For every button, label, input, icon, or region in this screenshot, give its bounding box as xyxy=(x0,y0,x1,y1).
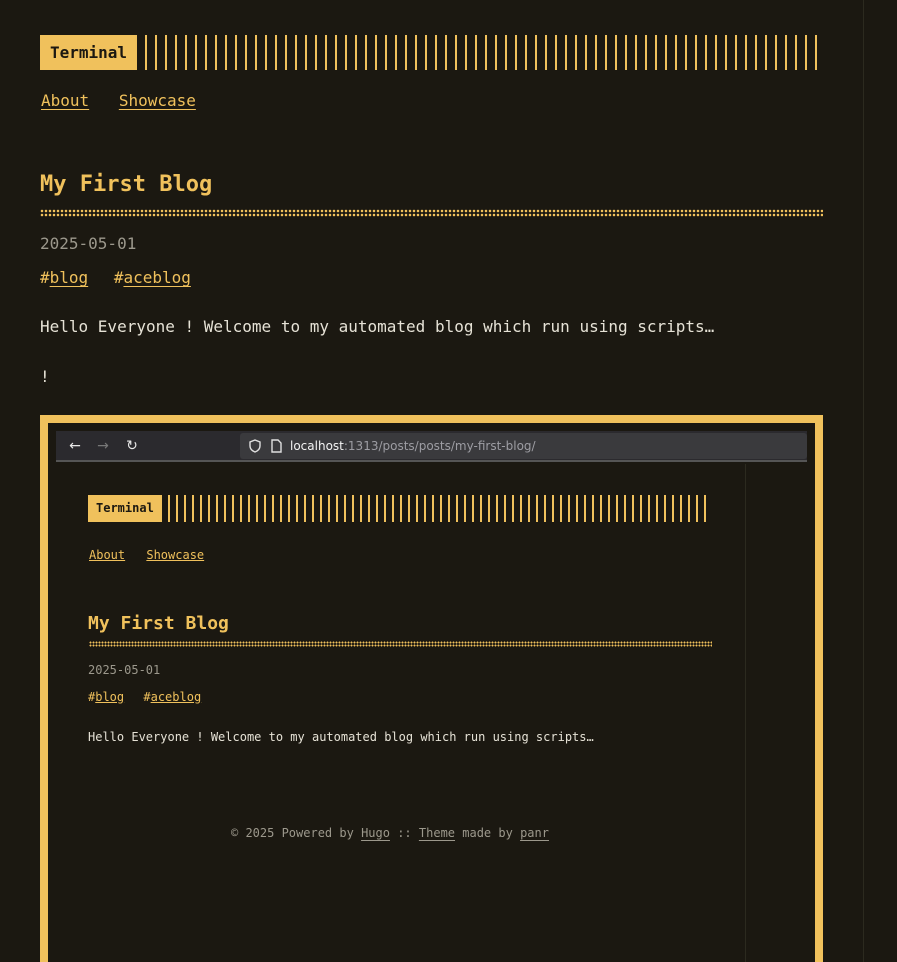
inner-nav-link-about: About xyxy=(89,548,126,562)
footer-separator: :: xyxy=(397,826,412,840)
reload-icon: ↻ xyxy=(126,438,138,454)
header-stripes xyxy=(145,35,823,70)
inner-tag-blog: blog xyxy=(95,690,125,704)
footer-hugo-link: Hugo xyxy=(361,826,390,840)
inner-page-right-border xyxy=(745,464,746,962)
inner-header-stripes xyxy=(167,495,711,522)
post-tags: #blog #aceblog xyxy=(40,268,191,287)
footer-made-by: made by xyxy=(462,826,513,840)
inner-nav: About Showcase xyxy=(89,548,218,562)
inner-site-header: Terminal xyxy=(88,495,711,522)
forward-arrow-icon: → xyxy=(97,438,109,454)
post-title[interactable]: My First Blog xyxy=(40,172,212,197)
inner-site-logo: Terminal xyxy=(88,495,162,522)
nav-link-showcase[interactable]: Showcase xyxy=(119,91,196,110)
main-nav: About Showcase xyxy=(41,91,216,110)
footer-author-link: panr xyxy=(520,826,549,840)
footer-prefix: © 2025 Powered by xyxy=(231,826,354,840)
footer-theme-link: Theme xyxy=(418,826,456,840)
site-header: Terminal xyxy=(40,35,823,70)
browser-toolbar: ← → ↻ localhost:1313/posts/posts/my-firs… xyxy=(56,431,807,462)
url-path: :1313/posts/posts/my-first-blog/ xyxy=(343,439,536,453)
inner-footer: © 2025 Powered by Hugo :: Theme made by … xyxy=(231,826,549,840)
inner-post-title: My First Blog xyxy=(88,613,229,634)
inner-post-date: 2025-05-01 xyxy=(88,663,161,677)
post-date: 2025-05-01 xyxy=(40,234,137,253)
tag-link-blog[interactable]: blog xyxy=(50,268,89,287)
inner-post-intro: Hello Everyone ! Welcome to my automated… xyxy=(88,730,594,744)
title-underline xyxy=(40,209,823,217)
site-logo[interactable]: Terminal xyxy=(40,35,138,70)
page-right-border xyxy=(863,0,864,962)
inner-title-underline xyxy=(89,641,712,647)
tag-link-aceblog[interactable]: aceblog xyxy=(123,268,190,287)
post-line: ! xyxy=(40,367,50,386)
inner-post-tags: #blog #aceblog xyxy=(88,690,202,704)
page-icon xyxy=(271,439,282,453)
shield-icon xyxy=(249,439,261,453)
nav-link-about[interactable]: About xyxy=(41,91,89,110)
post-intro: Hello Everyone ! Welcome to my automated… xyxy=(40,317,715,336)
url-host: localhost xyxy=(290,439,344,453)
inner-tag-aceblog: aceblog xyxy=(150,690,202,704)
address-bar: localhost:1313/posts/posts/my-first-blog… xyxy=(240,433,807,459)
embedded-screenshot: ← → ↻ localhost:1313/posts/posts/my-firs… xyxy=(40,415,823,962)
inner-nav-link-showcase: Showcase xyxy=(146,548,205,562)
back-arrow-icon: ← xyxy=(69,438,81,454)
